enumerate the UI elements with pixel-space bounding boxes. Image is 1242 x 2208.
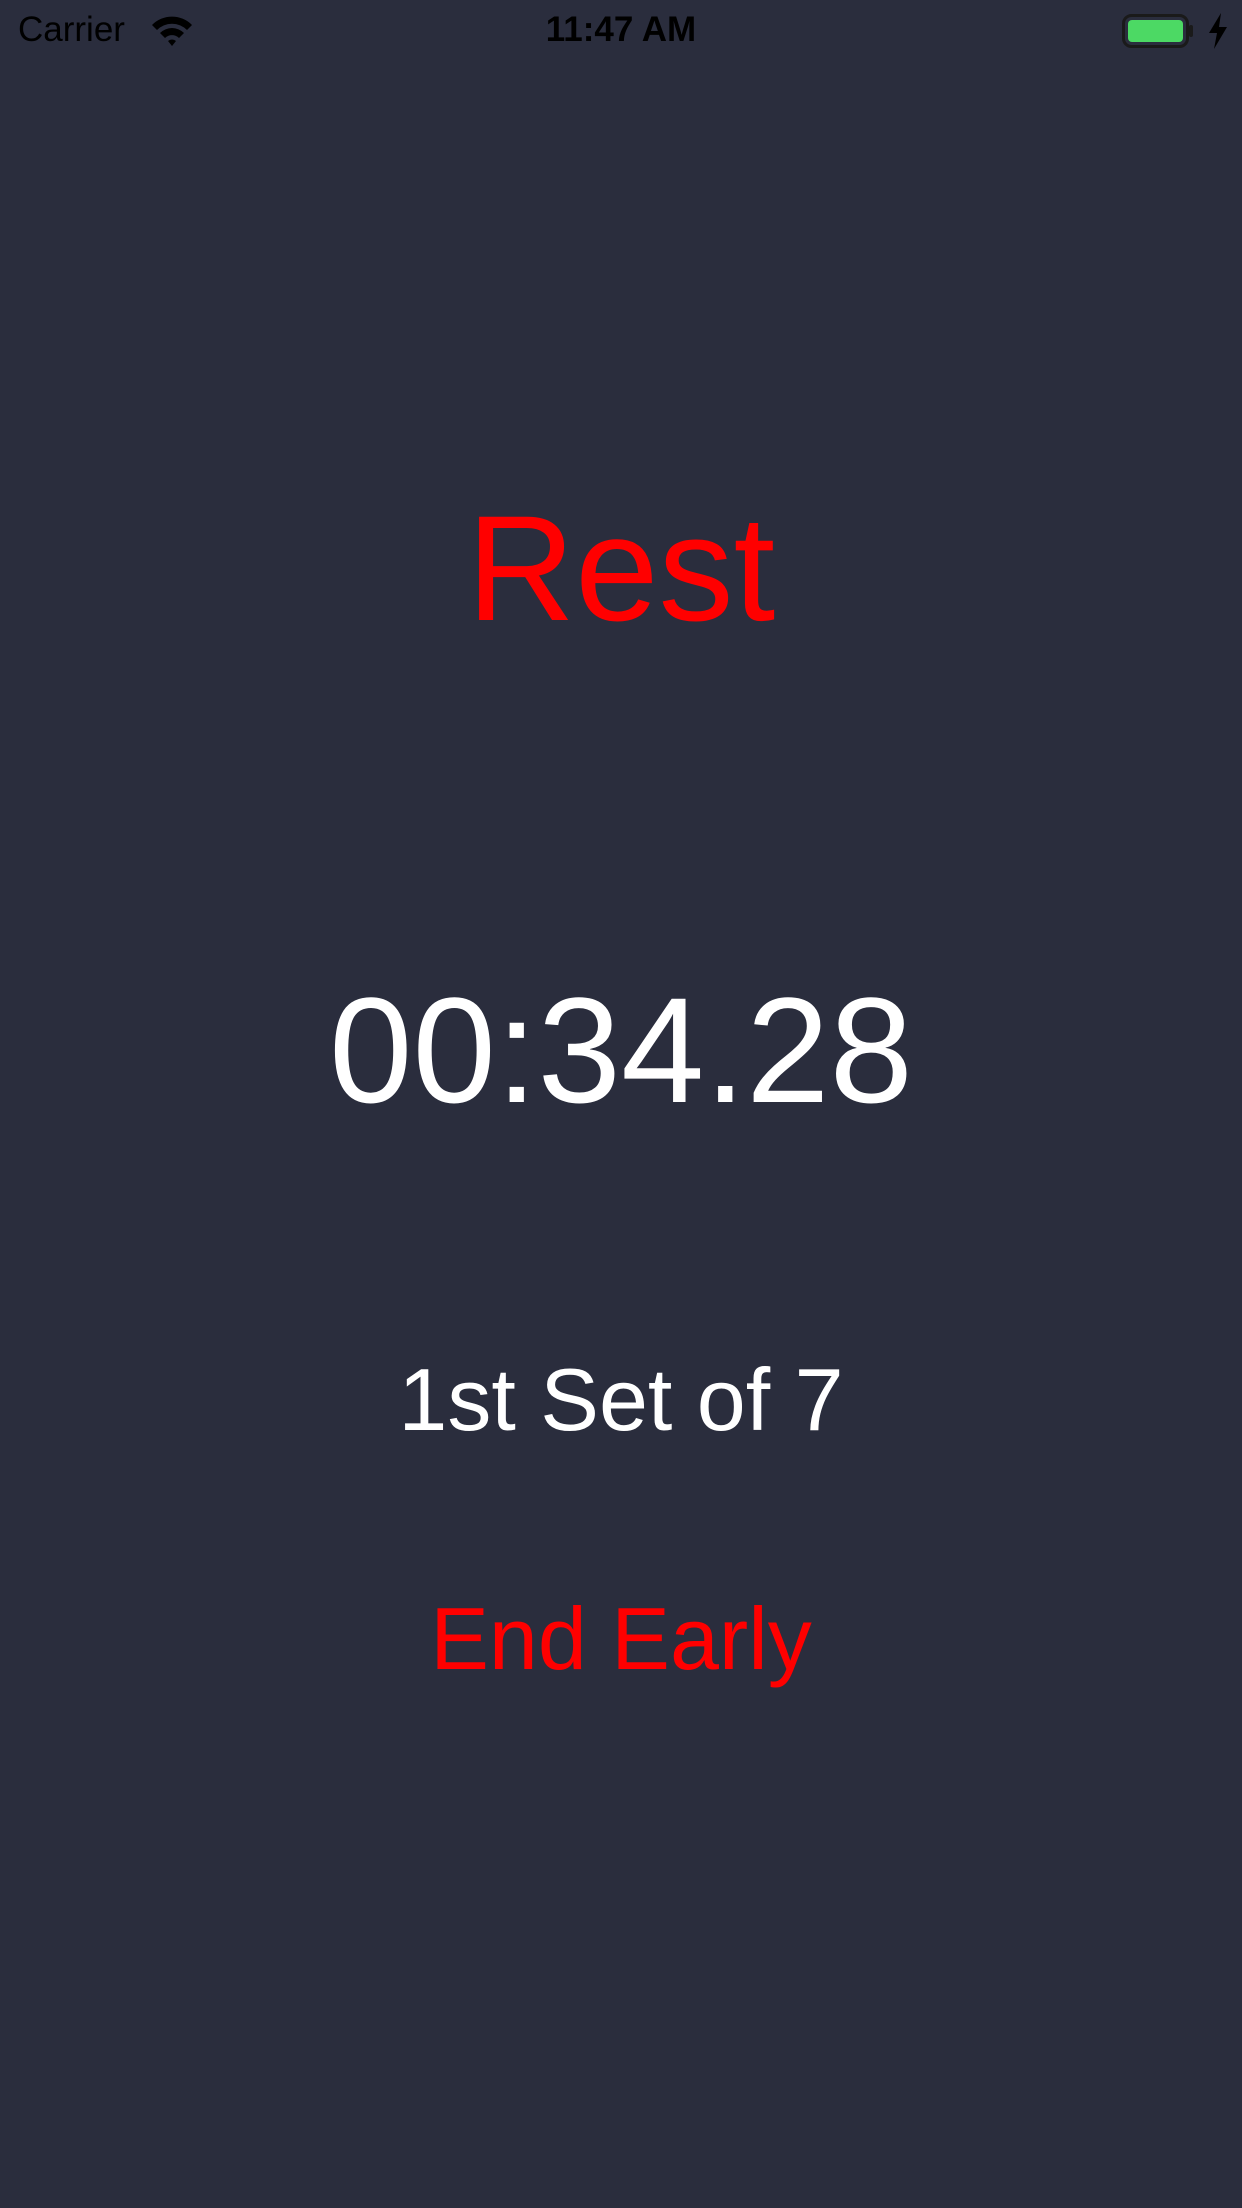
workout-timer-screen: Carrier 11:47 AM Rest 00:34.28 1st Set o… [0, 0, 1242, 2208]
status-bar: Carrier 11:47 AM [0, 0, 1242, 60]
charging-bolt-icon [1206, 12, 1230, 50]
set-progress-label: 1st Set of 7 [398, 1350, 844, 1449]
battery-icon [1122, 14, 1194, 48]
phase-label: Rest [466, 484, 776, 652]
countdown-timer: 00:34.28 [329, 966, 913, 1134]
status-time: 11:47 AM [545, 10, 697, 49]
end-early-button[interactable]: End Early [371, 1584, 871, 1694]
